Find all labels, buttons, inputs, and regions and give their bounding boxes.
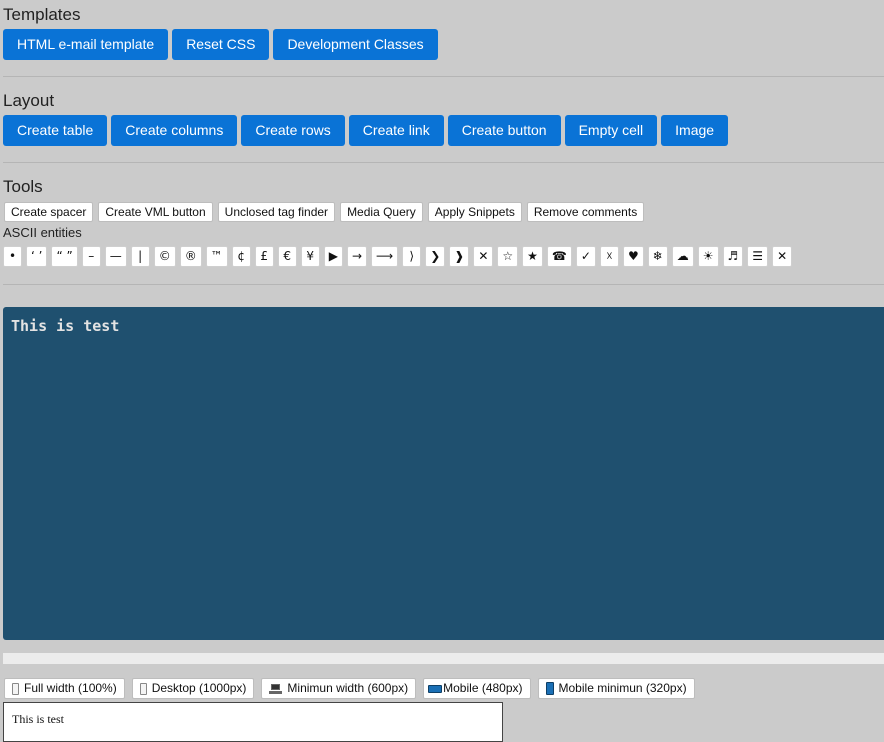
create-vml-button-button[interactable]: Create VML button — [98, 202, 213, 222]
entity-copyright-button[interactable]: © — [153, 246, 176, 267]
divider — [3, 162, 884, 163]
ascii-entities-label: ASCII entities — [3, 225, 82, 240]
mobile-landscape-icon — [428, 684, 443, 693]
full-width-view-button[interactable]: Full width (100%) — [4, 678, 125, 699]
mobile-view-button[interactable]: Mobile (480px) — [423, 678, 531, 699]
entity-right-angle-bracket-button[interactable]: ⟩ — [402, 246, 422, 267]
entity-euro-button[interactable]: € — [277, 246, 297, 267]
entity-heavy-chevron-right-button[interactable]: ❱ — [449, 246, 470, 267]
html-email-template-button[interactable]: HTML e-mail template — [3, 29, 169, 60]
full-width-view-label: Full width (100%) — [24, 681, 117, 695]
phone-outline-icon — [12, 682, 19, 695]
create-columns-button[interactable]: Create columns — [111, 115, 238, 146]
entity-pipe-button[interactable]: | — [130, 246, 150, 267]
tools-heading: Tools — [3, 177, 43, 196]
entity-yen-button[interactable]: ¥ — [300, 246, 320, 267]
entity-star-outline-button[interactable]: ☆ — [497, 246, 519, 267]
create-table-button[interactable]: Create table — [3, 115, 108, 146]
entity-en-dash-button[interactable]: – — [81, 246, 101, 267]
entity-chevron-right-button[interactable]: ❯ — [425, 246, 446, 267]
templates-button-row: HTML e-mail template Reset CSS Developme… — [3, 29, 438, 60]
preview-size-row: Full width (100%) Desktop (1000px) Minim… — [4, 678, 695, 699]
create-button-button[interactable]: Create button — [447, 115, 561, 146]
entity-single-quotes-button[interactable]: ‘ ’ — [26, 246, 48, 267]
tools-button-row: Create spacer Create VML button Unclosed… — [4, 202, 645, 222]
empty-cell-button[interactable]: Empty cell — [564, 115, 658, 146]
image-button[interactable]: Image — [661, 115, 729, 146]
entity-hamburger-menu-button[interactable]: ☰ — [747, 246, 769, 267]
entity-bullet-button[interactable]: • — [3, 246, 22, 267]
entity-sun-button[interactable]: ☀ — [697, 246, 719, 267]
ascii-entities-row: • ‘ ’ “ ” – — | © ® ™ ¢ £ € ¥ ▶ → ⟶ ⟩ ❯ … — [3, 246, 793, 267]
layout-button-row: Create table Create columns Create rows … — [3, 115, 729, 146]
entity-heart-button[interactable]: ♥ — [622, 246, 644, 267]
preview-frame: This is test — [3, 702, 503, 742]
entity-check-mark-button[interactable]: ✓ — [575, 246, 596, 267]
entity-registered-button[interactable]: ® — [179, 246, 202, 267]
mobile-minimum-view-label: Mobile minimun (320px) — [558, 681, 687, 695]
entity-right-arrow-button[interactable]: → — [346, 246, 367, 267]
entity-snowflake-button[interactable]: ❄ — [647, 246, 668, 267]
entity-play-arrow-button[interactable]: ▶ — [323, 246, 343, 267]
entity-cloud-button[interactable]: ☁ — [671, 246, 694, 267]
create-link-button[interactable]: Create link — [348, 115, 444, 146]
create-spacer-button[interactable]: Create spacer — [4, 202, 94, 222]
media-query-button[interactable]: Media Query — [340, 202, 423, 222]
apply-snippets-button[interactable]: Apply Snippets — [427, 202, 522, 222]
unclosed-tag-finder-button[interactable]: Unclosed tag finder — [217, 202, 336, 222]
horizontal-scrollbar[interactable] — [3, 653, 884, 664]
entity-em-dash-button[interactable]: — — [104, 246, 127, 267]
code-editor[interactable]: This is test — [3, 307, 884, 640]
entity-double-quotes-button[interactable]: “ ” — [51, 246, 78, 267]
code-editor-text: This is test — [11, 317, 120, 335]
entity-multiply-x-button[interactable]: ✕ — [473, 246, 494, 267]
minimum-width-view-button[interactable]: Minimun width (600px) — [261, 678, 417, 699]
entity-star-filled-button[interactable]: ★ — [522, 246, 543, 267]
create-rows-button[interactable]: Create rows — [241, 115, 345, 146]
phone-outline-icon — [139, 682, 147, 695]
entity-trademark-button[interactable]: ™ — [205, 246, 228, 267]
entity-close-x-button[interactable]: ✕ — [772, 246, 793, 267]
entity-cent-button[interactable]: ¢ — [231, 246, 251, 267]
mobile-minimum-view-button[interactable]: Mobile minimun (320px) — [537, 678, 695, 699]
development-classes-button[interactable]: Development Classes — [273, 29, 438, 60]
desktop-view-button[interactable]: Desktop (1000px) — [131, 678, 255, 699]
mobile-view-label: Mobile (480px) — [443, 681, 523, 695]
preview-text: This is test — [12, 712, 65, 726]
entity-music-note-button[interactable]: ♬ — [722, 246, 744, 267]
minimum-width-view-label: Minimun width (600px) — [287, 681, 409, 695]
laptop-icon — [269, 683, 283, 694]
layout-heading: Layout — [3, 91, 55, 110]
entity-ballot-x-button[interactable]: ☓ — [599, 246, 619, 267]
desktop-view-label: Desktop (1000px) — [151, 681, 247, 695]
remove-comments-button[interactable]: Remove comments — [526, 202, 645, 222]
entity-telephone-button[interactable]: ☎ — [546, 246, 572, 267]
mobile-portrait-icon — [545, 682, 554, 695]
templates-heading: Templates — [3, 5, 81, 24]
divider — [3, 76, 884, 77]
entity-long-right-arrow-button[interactable]: ⟶ — [371, 246, 399, 267]
entity-pound-button[interactable]: £ — [254, 246, 274, 267]
reset-css-button[interactable]: Reset CSS — [172, 29, 270, 60]
divider — [3, 284, 884, 285]
